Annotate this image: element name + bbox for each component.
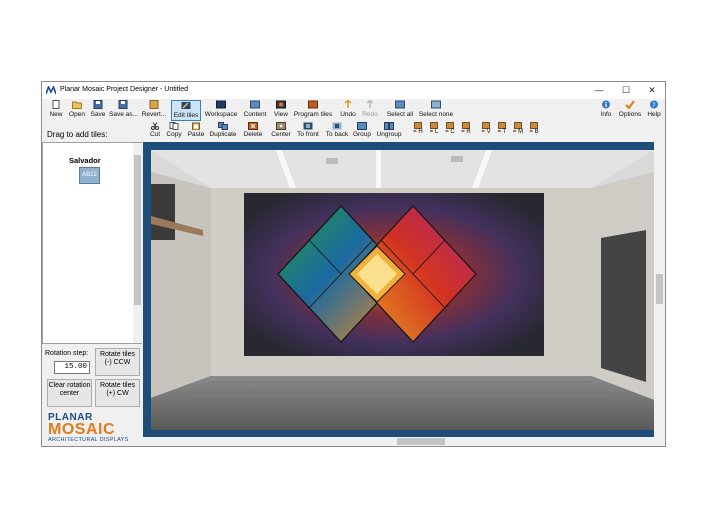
canvas-horizontal-scroll-thumb[interactable] (397, 438, 445, 445)
send-to-back-icon (332, 122, 342, 130)
copy-icon (169, 122, 179, 130)
room-background-image (151, 150, 654, 430)
align-v-icon (482, 122, 490, 129)
group-button[interactable]: Group (352, 122, 372, 140)
align-top-icon (498, 122, 506, 129)
save-disk-icon (93, 100, 103, 109)
options-button[interactable]: Options (618, 100, 642, 121)
bring-to-front-icon (303, 122, 313, 130)
canvas-horizontal-scrollbar[interactable] (143, 437, 664, 446)
app-window: Planar Mosaic Project Designer - Untitle… (41, 81, 666, 447)
workspace-icon (216, 100, 226, 109)
palette-scroll-thumb[interactable] (134, 155, 141, 305)
copy-button[interactable]: Copy (165, 122, 183, 140)
program-tiles-icon (308, 100, 318, 109)
planar-mosaic-logo: PLANAR MOSAIC ARCHITECTURAL DISPLAYS (48, 412, 129, 443)
center-icon (276, 122, 286, 130)
folder-icon (72, 101, 82, 109)
select-none-button[interactable]: Select none (417, 100, 455, 121)
open-button[interactable]: Open (67, 100, 87, 121)
ungroup-icon (384, 122, 394, 130)
clear-rotation-center-button[interactable]: Clear rotation center (47, 379, 92, 407)
content-button[interactable]: Content (241, 100, 269, 121)
center-button[interactable]: Center (270, 122, 292, 140)
to-back-button[interactable]: To back (324, 122, 350, 140)
new-button[interactable]: New (47, 100, 65, 121)
window-title: Planar Mosaic Project Designer - Untitle… (60, 86, 188, 93)
checkmark-options-icon (625, 100, 635, 109)
edit-tiles-icon (181, 102, 191, 109)
info-button[interactable]: Info (599, 100, 613, 121)
rotation-step-input[interactable]: 15.00 (54, 361, 90, 374)
program-tiles-button[interactable]: Program tiles (293, 100, 333, 121)
drag-to-add-label: Drag to add tiles: (47, 130, 108, 139)
redo-icon (366, 100, 374, 108)
select-all-icon (395, 100, 405, 109)
to-front-button[interactable]: To front (295, 122, 321, 140)
rotation-step-label: Rotation step: (45, 350, 89, 357)
view-button[interactable]: View (271, 100, 291, 121)
palette-scrollbar[interactable] (133, 143, 142, 343)
align-h-button[interactable]: = H (411, 122, 425, 135)
room-scene (151, 150, 654, 430)
edit-toolbar: Cut Copy Paste Duplicate Delete Center T… (42, 121, 665, 140)
app-logo-icon (46, 86, 56, 94)
select-all-button[interactable]: Select all (385, 100, 415, 121)
paste-clipboard-icon (192, 122, 200, 130)
tile-group-name: Salvador (69, 156, 101, 165)
main-toolbar: New Open Save Save as... Revert... Edit … (42, 99, 665, 121)
align-center-icon (446, 122, 454, 129)
save-as-icon (118, 100, 128, 109)
help-icon: ? (650, 100, 658, 109)
align-bottom-icon (530, 122, 538, 129)
rotate-cw-button[interactable]: Rotate tiles (+) CW (95, 379, 140, 407)
ungroup-button[interactable]: Ungroup (375, 122, 403, 140)
redo-button[interactable]: Redo (361, 100, 379, 121)
maximize-button[interactable]: ☐ (615, 84, 637, 97)
tile-palette: Salvador AB22 (42, 142, 142, 344)
align-t-button[interactable]: = T (495, 122, 509, 135)
svg-text:?: ? (652, 102, 655, 109)
align-left-icon (430, 122, 438, 129)
workspace-canvas[interactable] (143, 142, 664, 437)
content-icon (250, 100, 260, 109)
revert-icon (149, 100, 159, 109)
workspace-button[interactable]: Workspace (204, 100, 238, 121)
save-as-button[interactable]: Save as... (109, 100, 138, 121)
group-icon (357, 122, 367, 130)
help-button[interactable]: ? Help (646, 100, 662, 121)
delete-icon (248, 122, 258, 130)
close-button[interactable]: ✕ (641, 84, 663, 97)
duplicate-icon (218, 122, 228, 130)
canvas-vertical-scrollbar[interactable] (654, 142, 665, 437)
align-l-button[interactable]: = L (427, 122, 441, 135)
edit-tiles-button[interactable]: Edit tiles (171, 100, 201, 121)
align-m-button[interactable]: = M (511, 122, 525, 135)
align-v-button[interactable]: = V (479, 122, 493, 135)
align-b-button[interactable]: = B (527, 122, 541, 135)
save-button[interactable]: Save (89, 100, 107, 121)
title-bar: Planar Mosaic Project Designer - Untitle… (42, 82, 665, 99)
undo-icon (344, 100, 352, 108)
align-middle-icon (514, 122, 522, 129)
align-c-button[interactable]: = C (443, 122, 457, 135)
revert-button[interactable]: Revert... (141, 100, 167, 121)
tile-thumbnail[interactable]: AB22 (79, 167, 100, 184)
delete-button[interactable]: Delete (241, 122, 265, 140)
paste-button[interactable]: Paste (186, 122, 206, 140)
undo-button[interactable]: Undo (339, 100, 357, 121)
new-file-icon (52, 100, 60, 109)
scissors-icon (151, 122, 159, 130)
rotate-ccw-button[interactable]: Rotate tiles (-) CCW (95, 348, 140, 376)
view-icon (276, 100, 286, 109)
cut-button[interactable]: Cut (148, 122, 162, 140)
canvas-vertical-scroll-thumb[interactable] (656, 274, 663, 304)
align-right-icon (462, 122, 470, 129)
align-r-button[interactable]: = R (459, 122, 473, 135)
minimize-button[interactable]: — (588, 84, 610, 97)
duplicate-button[interactable]: Duplicate (208, 122, 238, 140)
select-none-icon (431, 100, 441, 109)
info-icon (602, 100, 610, 109)
align-h-icon (414, 122, 422, 129)
